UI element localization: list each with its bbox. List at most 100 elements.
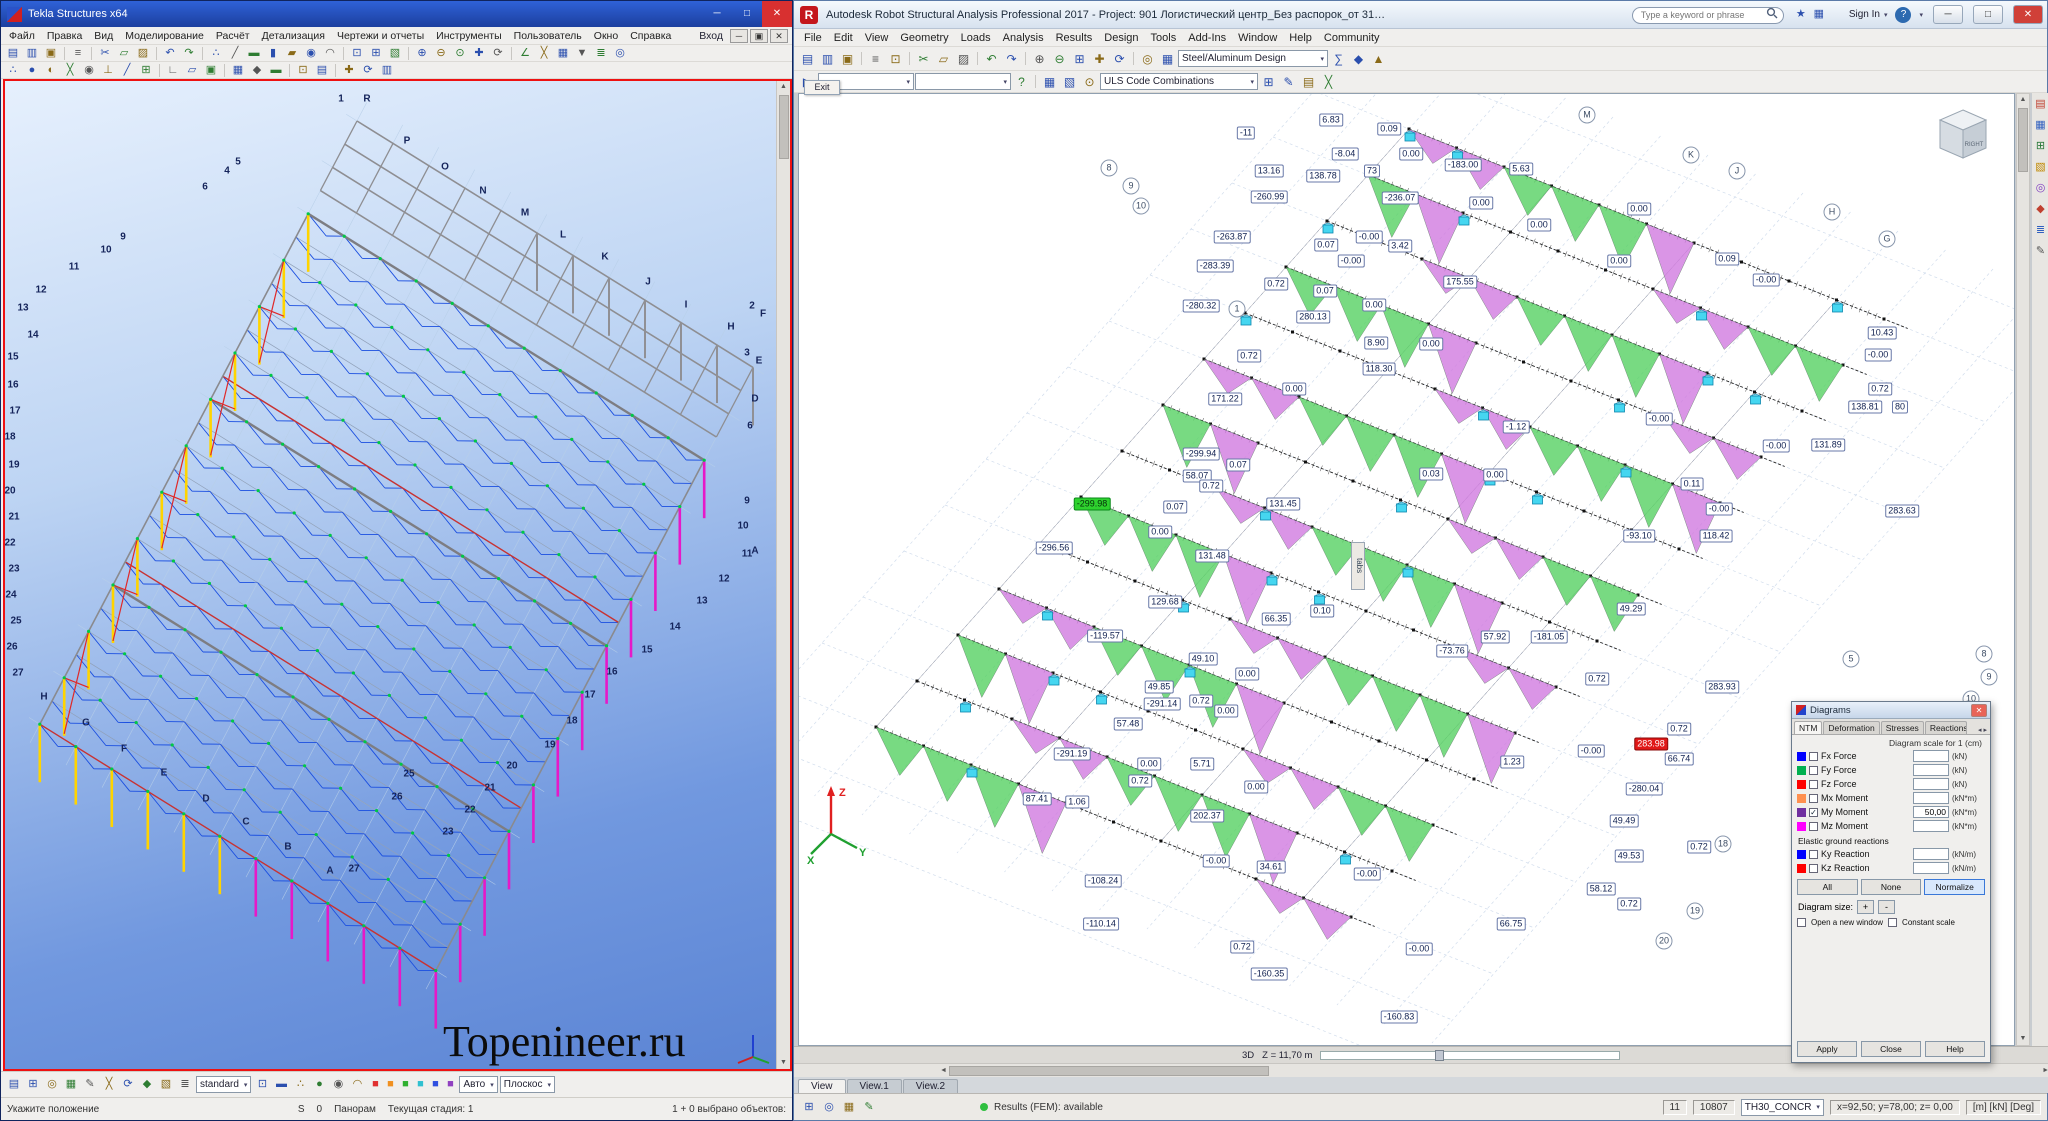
checkbox-kz-reaction[interactable] (1809, 864, 1818, 873)
copy-icon[interactable]: ▱ (115, 46, 133, 61)
menu-item-окно[interactable]: Окно (588, 28, 624, 44)
menu-item-детализация[interactable]: Детализация (256, 28, 331, 44)
beam-icon[interactable]: ▬ (272, 1077, 290, 1092)
snap-center-icon[interactable]: ◉ (80, 63, 98, 78)
list-icon[interactable]: ≣ (176, 1077, 194, 1092)
viewport-scrollbar[interactable]: ▲ ▼ (776, 81, 790, 1069)
view-list-icon[interactable]: ⊞ (367, 46, 385, 61)
phase-manager-icon[interactable]: ▦ (554, 46, 572, 61)
robot-minimize-button[interactable]: ─ (1933, 5, 1963, 24)
menu-item-вид[interactable]: Вид (88, 28, 119, 44)
help-button[interactable]: Help (1925, 1041, 1985, 1057)
create-view-icon[interactable]: ⊡ (294, 63, 312, 78)
help-button[interactable]: ? (1895, 7, 1911, 23)
clash-check-icon[interactable]: ╳ (535, 46, 553, 61)
weld-icon[interactable]: ◠ (348, 1077, 366, 1092)
pan-icon[interactable]: ✚ (470, 46, 488, 61)
layers-icon[interactable]: ▤ (1299, 73, 1318, 91)
undo-icon[interactable]: ↶ (161, 46, 179, 61)
menu-item-edit[interactable]: Edit (828, 30, 859, 46)
update-icon[interactable]: ⟳ (119, 1077, 137, 1092)
open-project-icon[interactable]: ▥ (818, 50, 837, 68)
filter-icon[interactable]: ▼ (573, 46, 591, 61)
checkbox-mx-moment[interactable] (1809, 794, 1818, 803)
print-icon[interactable]: ≡ (866, 50, 885, 68)
ortho-icon[interactable]: ∟ (164, 63, 182, 78)
login-button[interactable]: Вход (679, 30, 730, 42)
bolt-icon[interactable]: ◉ (329, 1077, 347, 1092)
settings-icon[interactable]: ◎ (611, 46, 629, 61)
snap-line-icon[interactable]: ╱ (118, 63, 136, 78)
phase-color-icon-4[interactable]: ■ (413, 1078, 427, 1091)
size-decrease-button[interactable]: - (1878, 900, 1895, 914)
snap-end-icon[interactable]: ● (23, 63, 41, 78)
dialog-close-button[interactable]: ✕ (1971, 704, 1987, 717)
level-slider-thumb[interactable] (1435, 1050, 1444, 1061)
view-tab-view[interactable]: View (798, 1079, 846, 1093)
copy-icon[interactable]: ▱ (934, 50, 953, 68)
menu-item-моделирование[interactable]: Моделирование (119, 28, 210, 44)
paste-icon[interactable]: ▨ (134, 46, 152, 61)
menu-item-loads[interactable]: Loads (955, 30, 997, 46)
exit-button[interactable]: Exit (804, 80, 840, 95)
zoom-window-icon[interactable]: ⊞ (1070, 50, 1089, 68)
robot-vertical-scrollbar[interactable]: ▲ ▼ (2016, 93, 2030, 1046)
sketch-icon[interactable]: ✎ (81, 1077, 99, 1092)
rotate-view-icon[interactable]: ⟳ (489, 46, 507, 61)
menu-item-results[interactable]: Results (1050, 30, 1099, 46)
column-tool-icon[interactable]: ▮ (264, 46, 282, 61)
tab-scroll-icons[interactable]: ◂ ▸ (1976, 726, 1989, 734)
deformation-panel-icon[interactable]: ≣ (2033, 223, 2048, 238)
menu-item-справка[interactable]: Справка (624, 28, 677, 44)
checkbox-my-moment[interactable]: ✓ (1809, 808, 1818, 817)
select-object-icon[interactable]: ▬ (267, 63, 285, 78)
weld-tool-icon[interactable]: ◠ (321, 46, 339, 61)
scale-input-ky-reaction[interactable] (1913, 848, 1949, 860)
phase-color-icon-1[interactable]: ■ (368, 1078, 382, 1091)
robot-horizontal-scrollbar[interactable]: ◄ ► (794, 1063, 2048, 1077)
viewcube[interactable]: RIGHT (1934, 106, 1992, 164)
normalize-button[interactable]: Normalize (1924, 879, 1985, 895)
view-tab-view-1[interactable]: View.1 (847, 1079, 902, 1093)
view-standard-combo[interactable]: standard▾ (196, 1076, 251, 1093)
checkbox-fx-force[interactable] (1809, 752, 1818, 761)
search-box[interactable] (1632, 5, 1784, 24)
work-plane-icon[interactable]: ▱ (183, 63, 201, 78)
apply-button[interactable]: Apply (1797, 1041, 1857, 1057)
maximize-button[interactable]: □ (732, 1, 762, 27)
robot-titlebar[interactable]: R Autodesk Robot Structural Analysis Pro… (794, 1, 2047, 29)
object-properties-icon[interactable]: ≣ (592, 46, 610, 61)
checkbox-ky-reaction[interactable] (1809, 850, 1818, 859)
stress-panel-icon[interactable]: ▧ (2033, 160, 2048, 175)
level-slider[interactable] (1320, 1051, 1620, 1060)
search-input[interactable] (1632, 7, 1784, 24)
scroll-down-icon[interactable]: ▼ (780, 1057, 787, 1069)
view-mode-icon[interactable]: ⊞ (800, 1100, 818, 1115)
zoom-out-icon[interactable]: ⊖ (1050, 50, 1069, 68)
redo-icon[interactable]: ↷ (180, 46, 198, 61)
load-case-combo[interactable]: ULS Code Combinations▾ (1100, 73, 1258, 90)
render-icon[interactable]: ▧ (386, 46, 404, 61)
object-inspector-icon[interactable]: ▦ (1040, 73, 1059, 91)
scale-input-fy-force[interactable] (1913, 764, 1949, 776)
paste-icon[interactable]: ▨ (954, 50, 973, 68)
select-filter-icon[interactable]: ▤ (5, 1077, 23, 1092)
snap-perpendicular-icon[interactable]: ⊥ (99, 63, 117, 78)
undo-icon[interactable]: ↶ (982, 50, 1001, 68)
open-model-icon[interactable]: ▥ (23, 46, 41, 61)
tekla-titlebar[interactable]: Tekla Structures x64 ─ □ ✕ (1, 1, 792, 27)
components-icon[interactable]: ▦ (62, 1077, 80, 1092)
select-component-icon[interactable]: ◆ (248, 63, 266, 78)
all-button[interactable]: All (1797, 879, 1858, 895)
design-module-combo[interactable]: Steel/Aluminum Design▾ (1178, 50, 1328, 67)
print-icon[interactable]: ≡ (69, 46, 87, 61)
snap-mid-icon[interactable]: ◐ (42, 63, 60, 78)
tabs-panel-handle[interactable]: tabs (1351, 542, 1365, 590)
bar-selection-combo[interactable]: ▾ (915, 73, 1011, 90)
menu-item-чертежи-и-отчеты[interactable]: Чертежи и отчеты (331, 28, 430, 44)
mdi-minimize-button[interactable]: ─ (730, 29, 748, 43)
reactions-panel-icon[interactable]: ◆ (2033, 202, 2048, 217)
new-model-icon[interactable]: ▤ (4, 46, 22, 61)
phase-color-icon-5[interactable]: ■ (428, 1078, 442, 1091)
beam-tool-icon[interactable]: ▬ (245, 46, 263, 61)
